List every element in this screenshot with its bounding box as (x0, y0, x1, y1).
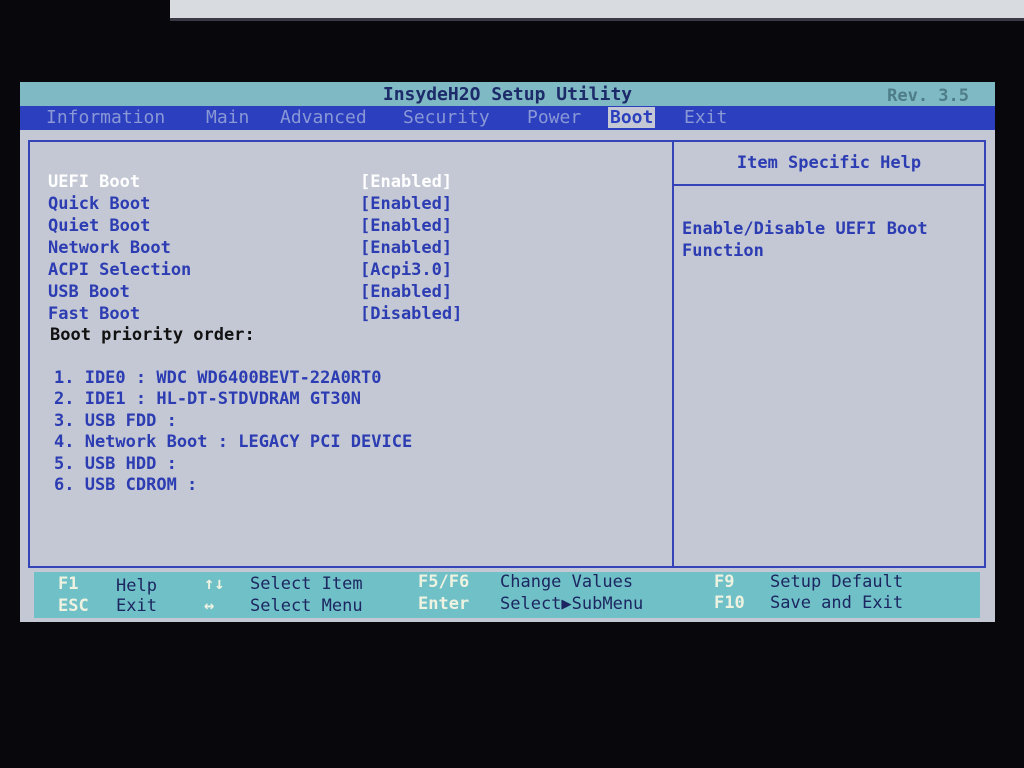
boot-item-2[interactable]: 2. IDE1 : HL-DT-STDVDRAM GT30N (54, 389, 361, 409)
settings-panel: UEFI Boot [Enabled] Quick Boot [Enabled] Q… (28, 140, 674, 568)
key-enter-desc: Select▶SubMenu (500, 594, 644, 614)
key-f10-desc: Save and Exit (770, 593, 904, 613)
key-f9: F9 (714, 572, 735, 592)
boot-item-3[interactable]: 3. USB FDD : (54, 411, 177, 431)
boot-item-5[interactable]: 5. USB HDD : (54, 454, 177, 474)
tab-main[interactable]: Main (206, 107, 249, 128)
background-monitor (170, 0, 1024, 21)
arrows-updown-icon: ↑↓ (204, 574, 225, 594)
title-bar: InsydeH2O Setup Utility Rev. 3.5 (20, 82, 995, 106)
help-text: Enable/Disable UEFI Boot Function (682, 219, 928, 261)
tab-exit[interactable]: Exit (684, 107, 727, 128)
setting-fast-boot[interactable]: Fast Boot [Disabled] (48, 304, 462, 324)
setting-uefi-boot[interactable]: UEFI Boot [Enabled] (48, 172, 452, 192)
key-f5f6: F5/F6 (418, 572, 470, 592)
key-f10: F10 (714, 593, 745, 613)
setting-label: USB Boot (48, 282, 130, 302)
help-panel: Item Specific Help Enable/Disable UEFI B… (672, 140, 986, 568)
key-esc-desc: Exit (116, 596, 157, 616)
menu-bar: Information Main Advanced Security Power… (20, 106, 995, 130)
key-f9-desc: Setup Default (770, 572, 904, 592)
key-legend: F1 Help ESC Exit ↑↓ Select Item ↔ Select… (34, 572, 980, 618)
tab-power[interactable]: Power (527, 107, 581, 128)
setting-acpi-selection[interactable]: ACPI Selection [Acpi3.0] (48, 260, 452, 280)
key-f1-desc: Help (116, 576, 157, 596)
arrows-leftright-icon: ↔ (204, 596, 215, 616)
tab-boot[interactable]: Boot (608, 107, 656, 128)
setting-usb-boot[interactable]: USB Boot [Enabled] (48, 282, 452, 302)
setting-value[interactable]: [Enabled] (360, 282, 452, 302)
setting-value[interactable]: [Enabled] (360, 172, 452, 192)
setting-label: Quick Boot (48, 194, 151, 214)
key-enter: Enter (418, 594, 470, 614)
key-esc: ESC (58, 596, 89, 616)
boot-priority-heading: Boot priority order: (50, 325, 255, 345)
help-title: Item Specific Help (674, 142, 984, 186)
setting-quiet-boot[interactable]: Quiet Boot [Enabled] (48, 216, 452, 236)
setting-value[interactable]: [Enabled] (360, 194, 452, 214)
setting-label: Network Boot (48, 238, 171, 258)
revision: Rev. 3.5 (887, 86, 969, 106)
boot-item-6[interactable]: 6. USB CDROM : (54, 475, 197, 495)
setting-quick-boot[interactable]: Quick Boot [Enabled] (48, 194, 452, 214)
key-f5f6-desc: Change Values (500, 572, 634, 592)
setting-network-boot[interactable]: Network Boot [Enabled] (48, 238, 452, 258)
setting-label: ACPI Selection (48, 260, 192, 280)
setting-label: Quiet Boot (48, 216, 151, 236)
setting-value[interactable]: [Acpi3.0] (360, 260, 452, 280)
tab-advanced[interactable]: Advanced (280, 107, 367, 128)
setting-value[interactable]: [Disabled] (360, 304, 462, 324)
key-leftright-desc: Select Menu (250, 596, 363, 616)
tab-information[interactable]: Information (46, 107, 165, 128)
key-updown-desc: Select Item (250, 574, 363, 594)
app-title: InsydeH2O Setup Utility (382, 84, 633, 105)
tab-security[interactable]: Security (403, 107, 490, 128)
setting-value[interactable]: [Enabled] (360, 216, 452, 236)
bios-screen: InsydeH2O Setup Utility Rev. 3.5 Informa… (20, 82, 995, 622)
setting-value[interactable]: [Enabled] (360, 238, 452, 258)
setting-label: Fast Boot (48, 304, 141, 324)
setting-label: UEFI Boot (48, 172, 141, 192)
boot-item-4[interactable]: 4. Network Boot : LEGACY PCI DEVICE (54, 432, 412, 452)
key-f1: F1 (58, 574, 79, 594)
boot-item-1[interactable]: 1. IDE0 : WDC WD6400BEVT-22A0RT0 (54, 368, 382, 388)
